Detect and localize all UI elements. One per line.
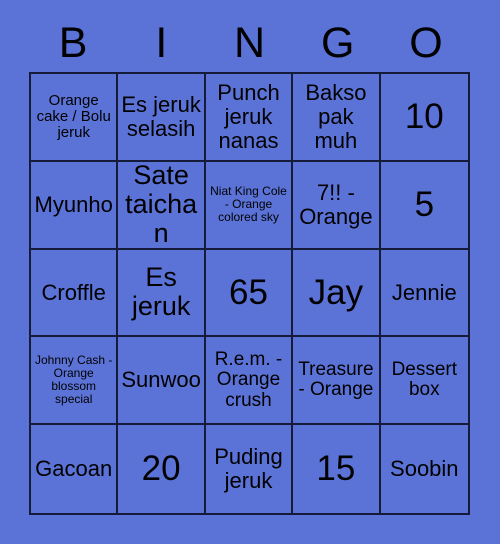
bingo-cell[interactable]: Orange cake / Bolu jeruk (31, 74, 119, 162)
bingo-cell[interactable]: 10 (380, 74, 468, 162)
bingo-cell-label: R.e.m. - Orange crush (214, 348, 283, 411)
bingo-cell[interactable]: Myunho (31, 161, 119, 250)
bingo-cell-label: 15 (316, 449, 356, 489)
bingo-cell[interactable]: 7!! - Orange (293, 161, 381, 250)
header-letter-o: O (409, 19, 443, 67)
bingo-cell[interactable]: Jay (293, 249, 381, 338)
bingo-cell-label: Myunho (34, 191, 113, 217)
bingo-header: B I N G O (29, 16, 470, 71)
bingo-cell[interactable]: Bakso pak muh (293, 74, 381, 162)
bingo-cell[interactable]: Gacoan (31, 425, 119, 513)
bingo-cell-label: 20 (141, 449, 181, 489)
bingo-cell-label: Gacoan (35, 456, 113, 482)
bingo-cell[interactable]: 20 (118, 425, 206, 513)
bingo-cell[interactable]: 15 (293, 425, 381, 513)
bingo-cell-label: 10 (404, 97, 444, 136)
bingo-cell-label: Orange cake / Bolu jeruk (36, 91, 111, 141)
bingo-cell-label: Johnny Cash - Orange blossom special (35, 353, 113, 407)
header-letter-b: B (58, 19, 88, 67)
bingo-cell-label: Treasure - Orange (298, 358, 374, 401)
bingo-cell[interactable]: Soobin (380, 425, 468, 513)
bingo-card: B I N G O Orange cake / Bolu jeruk Es je… (0, 0, 500, 544)
bingo-cell-label: Jay (308, 272, 364, 312)
bingo-cell-label: 65 (229, 272, 268, 312)
bingo-cell[interactable]: Dessert box (380, 337, 468, 426)
bingo-cell-label: Es jeruk (131, 262, 191, 322)
bingo-cell-label: 5 (414, 184, 435, 224)
bingo-cell-label: 7!! - Orange (299, 179, 373, 229)
bingo-cell[interactable]: Es jeruk (118, 249, 206, 338)
bingo-cell-label: Niat King Cole - Orange colored sky (210, 184, 287, 225)
bingo-cell[interactable]: Es jeruk selasih (118, 74, 206, 162)
bingo-cell[interactable]: Sunwoo (118, 337, 206, 426)
bingo-cell-label: Puding jeruk (214, 444, 283, 494)
bingo-cell[interactable]: R.e.m. - Orange crush (205, 337, 294, 426)
bingo-cell-label: Punch jeruk nanas (217, 80, 280, 153)
header-letter-i: I (155, 19, 168, 67)
bingo-cell[interactable]: Punch jeruk nanas (205, 74, 294, 162)
bingo-cell-label: Sate taichan (125, 161, 198, 249)
bingo-cell[interactable]: Puding jeruk (205, 425, 294, 513)
header-letter-g: G (320, 19, 355, 67)
bingo-cell-label: Soobin (390, 456, 459, 482)
bingo-cell-label: Sunwoo (121, 367, 201, 393)
bingo-cell[interactable]: Treasure - Orange (293, 337, 381, 426)
bingo-cell[interactable]: Niat King Cole - Orange colored sky (205, 161, 294, 250)
bingo-cell[interactable]: Sate taichan (118, 161, 206, 250)
bingo-cell[interactable]: Johnny Cash - Orange blossom special (31, 337, 119, 426)
bingo-cell-label: Jennie (391, 279, 457, 305)
bingo-cell[interactable]: Jennie (380, 249, 468, 338)
bingo-cell[interactable]: 5 (380, 161, 468, 250)
bingo-cell-label: Bakso pak muh (305, 80, 367, 153)
bingo-cell-label: Croffle (41, 279, 106, 305)
header-letter-n: N (233, 19, 266, 67)
bingo-cell[interactable]: Croffle (31, 249, 119, 338)
bingo-cell[interactable]: 65 (205, 249, 294, 338)
bingo-grid: Orange cake / Bolu jeruk Es jeruk selasi… (29, 72, 470, 515)
bingo-cell-label: Es jeruk selasih (121, 92, 201, 141)
bingo-cell-label: Dessert box (391, 358, 458, 401)
